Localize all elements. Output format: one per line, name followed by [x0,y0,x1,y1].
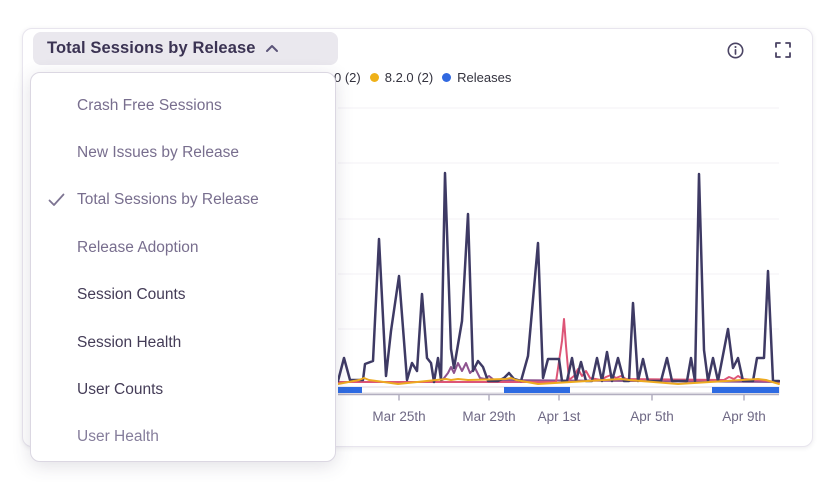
menu-item-label: User Health [77,428,159,446]
line-chart-plot[interactable] [338,105,780,405]
menu-item-label: New Issues by Release [77,144,239,162]
legend-dot [442,73,451,82]
widget-title-dropdown-trigger[interactable]: Total Sessions by Release [33,32,338,65]
expand-icon[interactable] [774,41,792,59]
x-axis-label-mar-29th: Mar 29th [462,409,515,424]
menu-item-label: User Counts [77,381,163,399]
widget-actions [726,41,792,59]
x-axis-label-mar-25th: Mar 25th [372,409,425,424]
release-bar[interactable] [338,387,362,393]
chart-area[interactable]: Mar 25th Mar 29th Apr 1st Apr 5th Apr 9th [338,105,780,435]
menu-item-label: Release Adoption [77,239,199,257]
info-icon[interactable] [726,41,744,59]
x-axis-label-apr-5th: Apr 5th [630,409,674,424]
legend-item-releases[interactable]: Releases [442,70,511,85]
legend-label: 8.2.0 (2) [385,70,433,85]
legend-item-partial[interactable]: 0 (2) [334,70,361,85]
metric-dropdown-menu: Crash Free Sessions New Issues by Release… [30,72,336,462]
check-icon [48,193,77,207]
dashboard-page: Total Sessions by Release 0 (2) [0,0,832,482]
menu-item-label: Session Health [77,334,181,352]
chart-legend: 0 (2) 8.2.0 (2) Releases [334,69,511,85]
menu-item-crash-free-sessions[interactable]: Crash Free Sessions [31,82,335,129]
series-release-navy [338,173,779,382]
legend-label: Releases [457,70,511,85]
release-bar[interactable] [504,387,570,393]
menu-item-session-counts[interactable]: Session Counts [31,272,335,319]
x-axis-labels: Mar 25th Mar 29th Apr 1st Apr 5th Apr 9th [338,409,780,429]
menu-item-new-issues-by-release[interactable]: New Issues by Release [31,129,335,176]
menu-item-total-sessions-by-release[interactable]: Total Sessions by Release [31,177,335,224]
x-axis-label-apr-9th: Apr 9th [722,409,766,424]
menu-item-session-health[interactable]: Session Health [31,319,335,366]
widget-title: Total Sessions by Release [47,39,256,58]
menu-item-label: Session Counts [77,286,186,304]
legend-dot [370,73,379,82]
release-bar[interactable] [712,387,779,393]
menu-item-release-adoption[interactable]: Release Adoption [31,224,335,271]
x-axis-label-apr-1st: Apr 1st [538,409,581,424]
menu-item-label: Total Sessions by Release [77,191,259,209]
menu-item-user-health[interactable]: User Health [31,414,335,461]
legend-item-8-2-0-2[interactable]: 8.2.0 (2) [370,70,433,85]
chevron-up-icon [256,44,279,53]
menu-item-user-counts[interactable]: User Counts [31,366,335,413]
menu-item-label: Crash Free Sessions [77,97,222,115]
